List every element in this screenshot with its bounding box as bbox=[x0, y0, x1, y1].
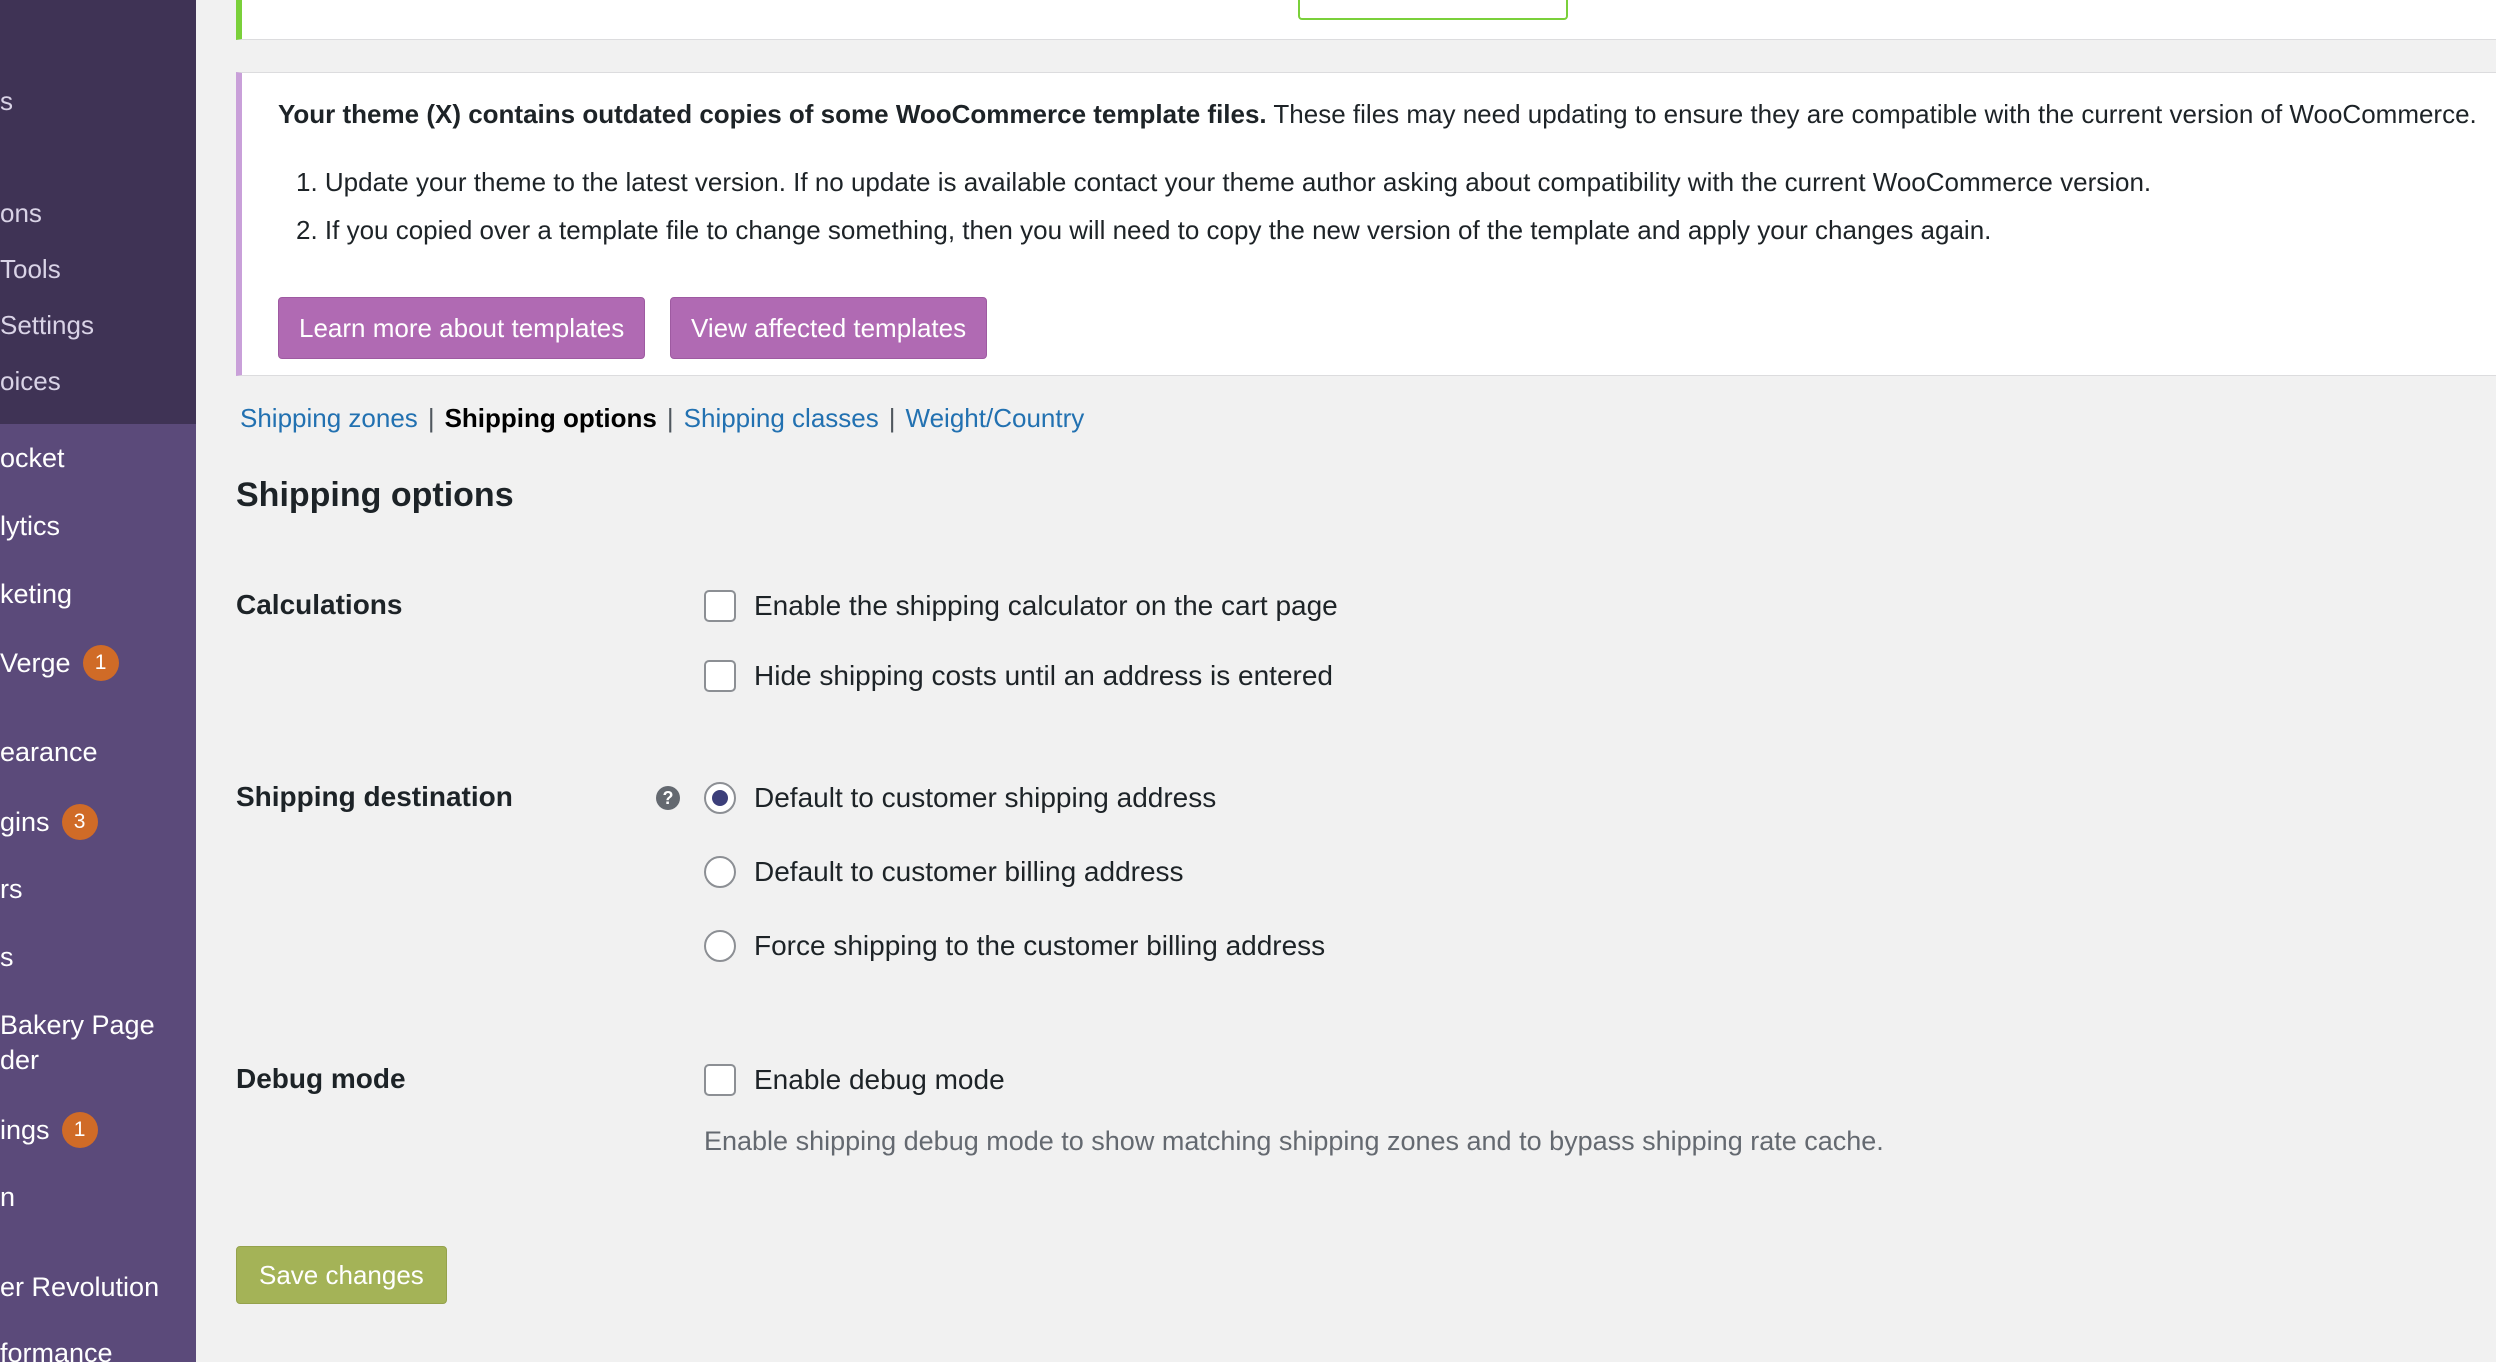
notification-badge: 3 bbox=[61, 804, 98, 840]
notice-step: 1. Update your theme to the latest versi… bbox=[296, 167, 2152, 197]
shipping-destination-label: Shipping destination bbox=[236, 781, 513, 812]
notice-step: 2. If you copied over a template file to… bbox=[296, 215, 1992, 245]
template-outdated-notice: Your theme (X) contains outdated copies … bbox=[236, 72, 2496, 376]
enable-debug-mode-option[interactable]: Enable debug mode bbox=[704, 1063, 1005, 1097]
destination-force-billing-radio[interactable] bbox=[704, 930, 736, 962]
sidebar-item[interactable]: n bbox=[0, 1180, 15, 1214]
sidebar-item-appearance[interactable]: earance bbox=[0, 735, 98, 769]
learn-more-templates-button[interactable]: Learn more about templates bbox=[278, 297, 646, 359]
sidebar-item-marketing[interactable]: keting bbox=[0, 577, 72, 611]
destination-billing-radio[interactable] bbox=[704, 856, 736, 888]
debug-mode-description: Enable shipping debug mode to show match… bbox=[704, 1126, 1884, 1156]
sidebar-item-slider-revolution[interactable]: er Revolution bbox=[0, 1270, 159, 1304]
hide-shipping-costs-checkbox[interactable] bbox=[704, 660, 736, 692]
notification-badge: 1 bbox=[61, 1112, 98, 1148]
page-title: Shipping options bbox=[236, 476, 514, 514]
enable-debug-mode-checkbox[interactable] bbox=[704, 1064, 736, 1096]
sidebar-item-plugins[interactable]: gins 3 bbox=[0, 804, 98, 840]
sidebar-item-settings[interactable]: Settings bbox=[0, 308, 94, 342]
sidebar-item-tools[interactable]: Tools bbox=[0, 252, 61, 286]
sidebar-item-invoices[interactable]: oices bbox=[0, 364, 61, 398]
notice-steps: 1. Update your theme to the latest versi… bbox=[296, 165, 2151, 261]
destination-force-billing-option[interactable]: Force shipping to the customer billing a… bbox=[704, 929, 1325, 963]
notice-button[interactable] bbox=[1298, 0, 1568, 20]
subnav-weight-country[interactable]: Weight/Country bbox=[906, 400, 1085, 436]
subnav-separator: | bbox=[666, 403, 674, 433]
sidebar-item-settings-main[interactable]: ings 1 bbox=[0, 1112, 98, 1148]
notification-badge: 1 bbox=[82, 645, 119, 681]
subnav-separator: | bbox=[427, 403, 435, 433]
sidebar-item-users[interactable]: rs bbox=[0, 872, 23, 906]
destination-shipping-radio[interactable] bbox=[704, 782, 736, 814]
debug-mode-label: Debug mode bbox=[236, 1063, 406, 1094]
subnav-shipping-options[interactable]: Shipping options bbox=[445, 400, 657, 436]
subnav-shipping-classes[interactable]: Shipping classes bbox=[684, 400, 879, 436]
sidebar-item-extensions[interactable]: ons bbox=[0, 196, 42, 230]
view-affected-templates-button[interactable]: View affected templates bbox=[670, 297, 988, 359]
sidebar-item-rocket[interactable]: ocket bbox=[0, 441, 65, 475]
sidebar-item-verge[interactable]: Verge 1 bbox=[0, 645, 119, 681]
sidebar-item[interactable]: s bbox=[0, 84, 13, 118]
notice-headline: Your theme (X) contains outdated copies … bbox=[278, 99, 2477, 129]
sidebar-item-performance[interactable]: formance bbox=[0, 1336, 113, 1362]
enable-shipping-calculator-option[interactable]: Enable the shipping calculator on the ca… bbox=[704, 589, 1338, 623]
help-tip-icon[interactable]: ? bbox=[656, 786, 680, 810]
top-notice bbox=[236, 0, 2496, 40]
sidebar-item-analytics[interactable]: lytics bbox=[0, 509, 60, 543]
shipping-subnav: Shipping zones | Shipping options | Ship… bbox=[240, 400, 1084, 436]
hide-shipping-costs-option[interactable]: Hide shipping costs until an address is … bbox=[704, 659, 1333, 693]
admin-sidebar: s ons Tools Settings oices ocket lytics … bbox=[0, 0, 196, 1362]
subnav-separator: | bbox=[888, 403, 896, 433]
enable-shipping-calculator-checkbox[interactable] bbox=[704, 590, 736, 622]
sidebar-item-wpbakery-line2[interactable]: der bbox=[0, 1043, 39, 1077]
sidebar-item-tools-main[interactable]: s bbox=[0, 940, 14, 974]
destination-billing-option[interactable]: Default to customer billing address bbox=[704, 855, 1184, 889]
destination-shipping-option[interactable]: Default to customer shipping address bbox=[704, 781, 1216, 815]
subnav-shipping-zones[interactable]: Shipping zones bbox=[240, 400, 418, 436]
calculations-label: Calculations bbox=[236, 589, 403, 620]
save-changes-button[interactable]: Save changes bbox=[236, 1246, 447, 1304]
sidebar-item-wpbakery[interactable]: Bakery Page bbox=[0, 1008, 155, 1042]
